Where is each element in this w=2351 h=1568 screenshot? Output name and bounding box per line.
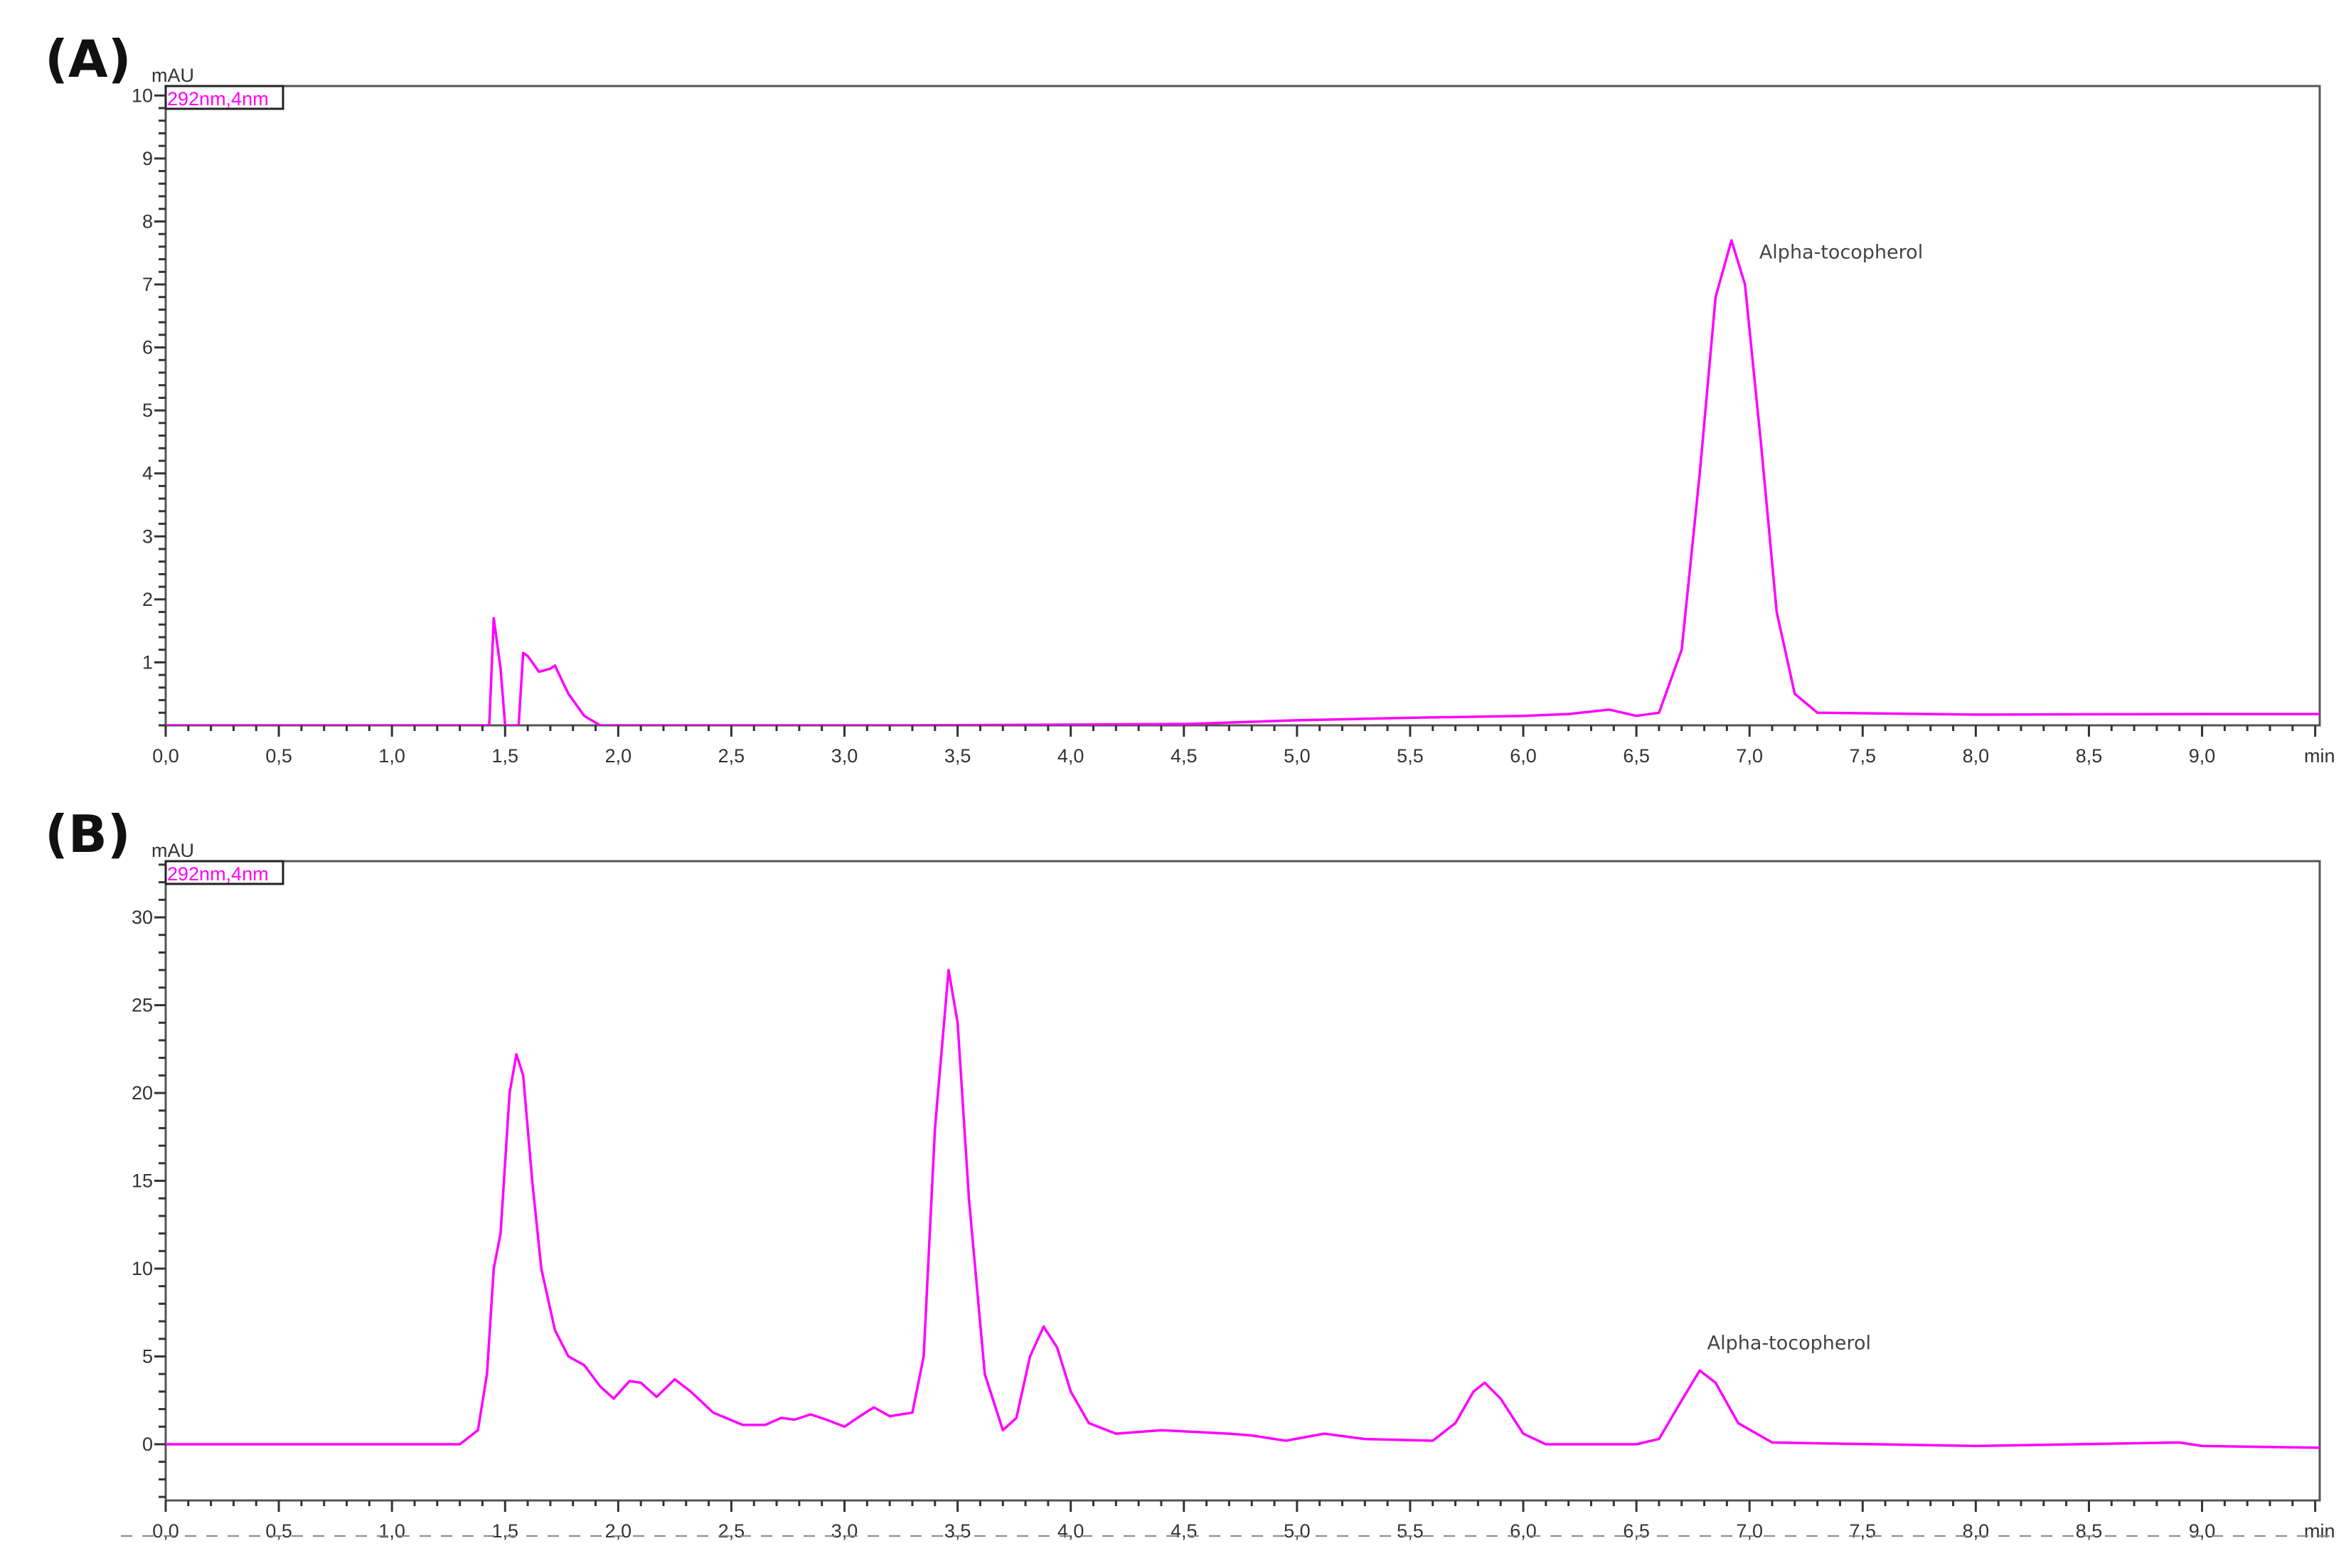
y-tick-label: 6 xyxy=(142,337,153,358)
x-tick-label: 7,5 xyxy=(1850,1520,1877,1542)
chromatogram-panel-b: (B) mAU min 292nm,4nm 0,0 0,5 1,0 1,5 2,0 2,5 3,0 3… xyxy=(45,804,2335,1542)
x-tick-label: 9,0 xyxy=(2189,1520,2216,1542)
x-tick-label: 7,0 xyxy=(1736,1520,1763,1542)
x-tick-label: 1,5 xyxy=(491,745,518,767)
x-tick-label: 4,5 xyxy=(1171,1520,1198,1542)
x-tick-label: 5,5 xyxy=(1397,1520,1424,1542)
x-tick-label: 7,5 xyxy=(1850,745,1877,767)
plot-frame xyxy=(166,86,2320,725)
y-tick-label: 5 xyxy=(142,400,153,421)
y-tick-label: 25 xyxy=(132,995,153,1016)
x-tick-label: 3,5 xyxy=(944,745,971,767)
x-tick-label: 4,0 xyxy=(1057,1520,1084,1542)
x-tick-label: 0,0 xyxy=(152,1520,179,1542)
x-tick-label: 0,5 xyxy=(265,1520,292,1542)
x-tick-label: 5,0 xyxy=(1284,1520,1311,1542)
x-tick-label: 6,5 xyxy=(1623,745,1650,767)
x-tick-label: 8,0 xyxy=(1963,745,1990,767)
chromatogram-figure: (A) mAU min 292nm,4nm 0,0 0,5 1,0 1,5 2,0 2,5 3,0 3… xyxy=(0,0,2351,1568)
x-axis-unit-label: min xyxy=(2304,1520,2335,1542)
legend-label: 292nm,4nm xyxy=(167,863,269,885)
x-tick-label: 3,0 xyxy=(831,745,858,767)
x-tick-label: 6,0 xyxy=(1510,1520,1537,1542)
x-tick-label: 0,5 xyxy=(265,745,292,767)
chromatogram-trace xyxy=(166,970,2320,1448)
x-tick-label: 6,0 xyxy=(1510,745,1537,767)
y-tick-label: 8 xyxy=(142,210,153,232)
plot-frame xyxy=(166,861,2320,1500)
y-tick-label: 15 xyxy=(132,1170,153,1192)
y-tick-label: 30 xyxy=(132,907,153,928)
x-tick-label: 5,5 xyxy=(1397,745,1424,767)
x-tick-label: 2,5 xyxy=(718,1520,745,1542)
x-tick-label: 3,0 xyxy=(831,1520,858,1542)
x-tick-label: 5,0 xyxy=(1284,745,1311,767)
panel-label: (B) xyxy=(45,804,131,864)
y-tick-label: 10 xyxy=(132,85,153,106)
x-tick-label: 1,5 xyxy=(491,1520,518,1542)
y-tick-label: 10 xyxy=(132,1258,153,1279)
x-tick-label: 2,0 xyxy=(605,1520,632,1542)
x-tick-label: 7,0 xyxy=(1736,745,1763,767)
y-tick-label: 5 xyxy=(142,1345,153,1367)
y-tick-label: 1 xyxy=(142,651,153,673)
x-tick-label: 1,0 xyxy=(378,745,405,767)
chromatogram-trace xyxy=(166,240,2320,725)
y-tick-label: 4 xyxy=(142,463,153,484)
x-tick-label: 4,5 xyxy=(1171,745,1198,767)
x-tick-label: 8,5 xyxy=(2076,1520,2103,1542)
x-axis-unit-label: min xyxy=(2304,745,2335,767)
x-tick-label: 2,5 xyxy=(718,745,745,767)
x-tick-label: 2,0 xyxy=(605,745,632,767)
x-tick-label: 8,0 xyxy=(1963,1520,1990,1542)
x-tick-label: 6,5 xyxy=(1623,1520,1650,1542)
y-tick-label: 0 xyxy=(142,1434,153,1455)
x-tick-label: 1,0 xyxy=(378,1520,405,1542)
y-tick-label: 7 xyxy=(142,274,153,295)
chromatogram-panel-a: (A) mAU min 292nm,4nm 0,0 0,5 1,0 1,5 2,0 2,5 3,0 3… xyxy=(45,29,2335,767)
y-axis-unit-label: mAU xyxy=(151,65,194,86)
x-tick-label: 8,5 xyxy=(2076,745,2103,767)
peak-annotation: Alpha-tocopherol xyxy=(1707,1332,1871,1354)
y-tick-label: 20 xyxy=(132,1082,153,1104)
y-tick-label: 3 xyxy=(142,526,153,547)
panel-label: (A) xyxy=(45,29,132,89)
y-tick-label: 9 xyxy=(142,148,153,169)
x-tick-label: 9,0 xyxy=(2189,745,2216,767)
peak-annotation: Alpha-tocopherol xyxy=(1759,241,1923,263)
legend-label: 292nm,4nm xyxy=(167,88,269,110)
y-axis-unit-label: mAU xyxy=(151,840,194,861)
x-tick-label: 0,0 xyxy=(152,745,179,767)
x-tick-label: 4,0 xyxy=(1057,745,1084,767)
x-tick-label: 3,5 xyxy=(944,1520,971,1542)
y-tick-label: 2 xyxy=(142,589,153,610)
